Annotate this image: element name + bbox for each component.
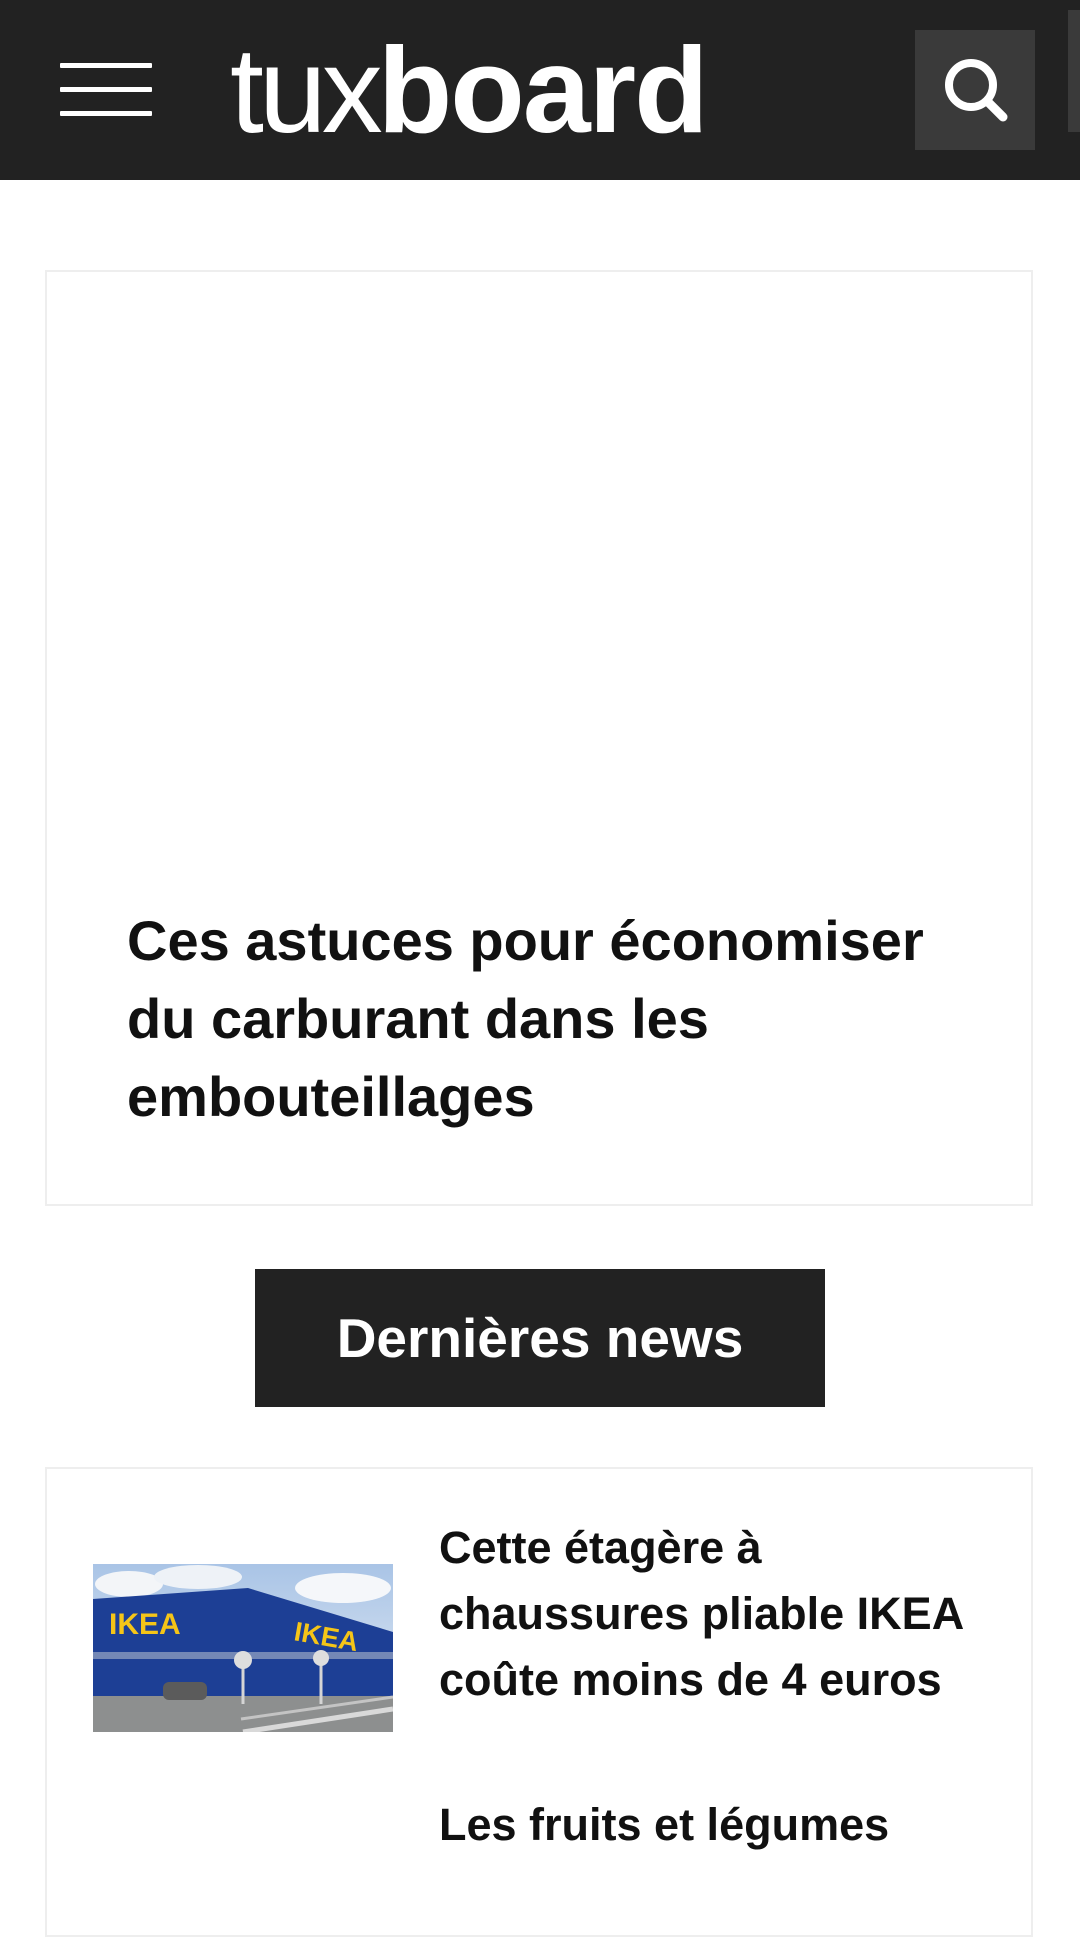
news-list-item[interactable]: Les fruits et légumes [47, 1769, 1031, 1935]
latest-news-heading: Dernières news [255, 1269, 825, 1407]
featured-article-card[interactable]: Ces astuces pour économiser du carburant… [45, 270, 1033, 1206]
hamburger-menu-icon[interactable] [60, 60, 152, 118]
site-header: tuxboard [0, 0, 1080, 180]
ikea-sign-text: IKEA [109, 1608, 181, 1641]
search-button[interactable] [915, 30, 1035, 150]
menu-line [60, 63, 152, 68]
featured-article-title[interactable]: Ces astuces pour économiser du carburant… [127, 902, 947, 1136]
logo-bold-text: board [377, 22, 709, 158]
menu-line [60, 87, 152, 92]
article-thumbnail[interactable]: IKEA IKEA [93, 1564, 393, 1732]
news-item-title[interactable]: Cette étagère à chaussures pliable IKEA … [439, 1515, 999, 1713]
search-icon [945, 59, 1008, 122]
logo-light-text: tux [230, 22, 383, 158]
news-list-item[interactable]: IKEA IKEA Cette étagère à chaussures pli… [47, 1469, 1031, 1769]
news-item-title[interactable]: Les fruits et légumes [439, 1792, 999, 1858]
ikea-store-image: IKEA IKEA [93, 1564, 393, 1732]
header-edge-block [1068, 10, 1080, 132]
latest-news-list: IKEA IKEA Cette étagère à chaussures pli… [45, 1467, 1033, 1937]
site-logo[interactable]: tuxboard [230, 29, 709, 151]
menu-line [60, 111, 152, 116]
